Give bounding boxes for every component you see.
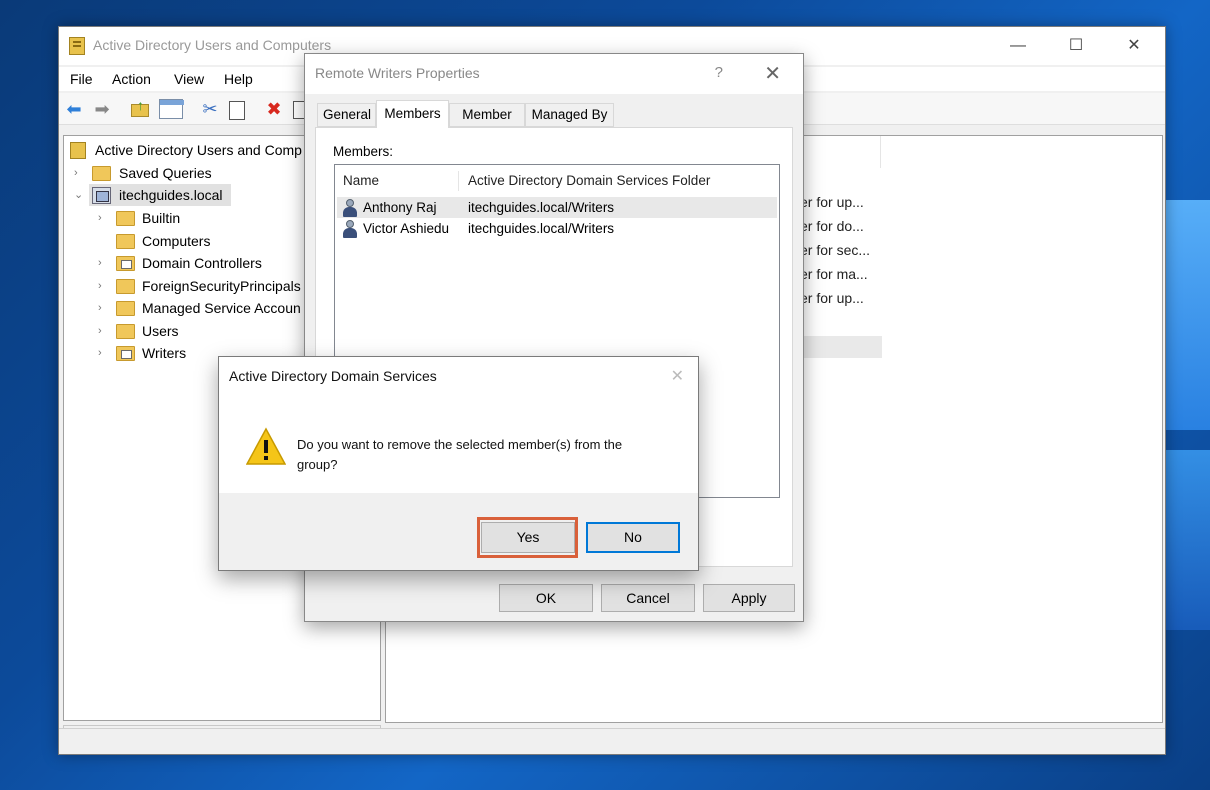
forward-arrow-icon[interactable]: ➡ (91, 98, 113, 120)
member-folder: itechguides.local/Writers (468, 221, 615, 236)
folder-icon (92, 166, 111, 181)
show-console-tree-icon[interactable] (159, 99, 184, 119)
menu-file[interactable]: File (70, 71, 93, 87)
member-name: Anthony Raj (363, 200, 437, 215)
warning-icon (246, 427, 286, 465)
chevron-right-icon[interactable]: › (98, 252, 108, 274)
column-divider (458, 171, 459, 191)
close-button[interactable]: ✕ (1111, 31, 1157, 61)
chevron-right-icon[interactable]: › (98, 320, 108, 342)
member-folder: itechguides.local/Writers (468, 200, 615, 215)
paste-icon[interactable] (225, 98, 247, 120)
user-icon (343, 199, 357, 217)
description-cell: er for do... (800, 218, 864, 234)
folder-icon (116, 234, 135, 249)
chevron-right-icon[interactable]: › (98, 275, 108, 297)
cut-icon[interactable]: ✂ (199, 98, 221, 120)
back-arrow-icon[interactable]: ⬅ (63, 98, 85, 120)
confirm-remove-dialog: Active Directory Domain Services ✕ Do yo… (218, 356, 699, 571)
chevron-right-icon[interactable]: › (98, 297, 108, 319)
up-folder-icon[interactable]: ↑ (129, 98, 151, 120)
column-separator (880, 136, 881, 168)
minimize-button[interactable]: — (995, 31, 1041, 61)
cancel-button[interactable]: Cancel (601, 584, 695, 612)
folder-icon (116, 324, 135, 339)
chevron-right-icon[interactable]: › (74, 162, 84, 184)
confirm-footer: Yes No (219, 493, 698, 570)
column-header-folder[interactable]: Active Directory Domain Services Folder (468, 173, 710, 188)
no-button[interactable]: No (586, 522, 680, 553)
tab-members[interactable]: Members (376, 100, 449, 128)
list-item[interactable]: Victor Ashiedu itechguides.local/Writers (337, 218, 777, 239)
confirm-message: Do you want to remove the selected membe… (297, 437, 623, 472)
tab-member-of[interactable]: Member Of (449, 103, 525, 144)
maximize-button[interactable]: ☐ (1053, 31, 1099, 61)
apply-button[interactable]: Apply (703, 584, 795, 612)
domain-icon (92, 187, 111, 204)
chevron-right-icon[interactable]: › (98, 207, 108, 229)
tab-general[interactable]: General (317, 103, 376, 127)
description-cell: er for up... (800, 290, 864, 306)
members-label: Members: (333, 144, 394, 159)
close-icon[interactable]: ✕ (764, 61, 781, 86)
confirm-title: Active Directory Domain Services (229, 368, 437, 384)
aduc-app-icon (69, 37, 85, 55)
delete-icon[interactable]: ✖ (263, 98, 285, 120)
close-icon[interactable]: ✕ (671, 366, 684, 386)
folder-icon (116, 211, 135, 226)
window-title: Active Directory Users and Computers (93, 37, 332, 53)
folder-icon (116, 279, 135, 294)
folder-icon (116, 301, 135, 316)
chevron-down-icon[interactable]: ⌄ (74, 184, 84, 206)
aduc-root-icon (70, 142, 86, 159)
description-cell: er for ma... (800, 266, 868, 282)
properties-titlebar: Remote Writers Properties ? ✕ (305, 54, 803, 94)
description-cell: er for up... (800, 194, 864, 210)
ok-button[interactable]: OK (499, 584, 593, 612)
menu-action[interactable]: Action (112, 71, 151, 87)
menu-view[interactable]: View (174, 71, 204, 87)
tab-managed-by[interactable]: Managed By (525, 103, 614, 127)
ou-folder-icon (116, 256, 135, 271)
chevron-right-icon[interactable]: › (98, 342, 108, 364)
status-bar (59, 728, 1165, 754)
ou-folder-icon (116, 346, 135, 361)
help-icon[interactable]: ? (715, 64, 723, 81)
column-header-name[interactable]: Name (343, 173, 379, 188)
menu-help[interactable]: Help (224, 71, 253, 87)
description-cell: er for sec... (800, 242, 871, 258)
yes-button-highlight (477, 517, 578, 558)
row-selection-highlight (802, 336, 882, 358)
member-name: Victor Ashiedu (363, 221, 450, 236)
list-item[interactable]: Anthony Raj itechguides.local/Writers (337, 197, 777, 218)
properties-title: Remote Writers Properties (315, 65, 480, 81)
desktop-light-beam (1160, 450, 1210, 630)
user-icon (343, 220, 357, 238)
